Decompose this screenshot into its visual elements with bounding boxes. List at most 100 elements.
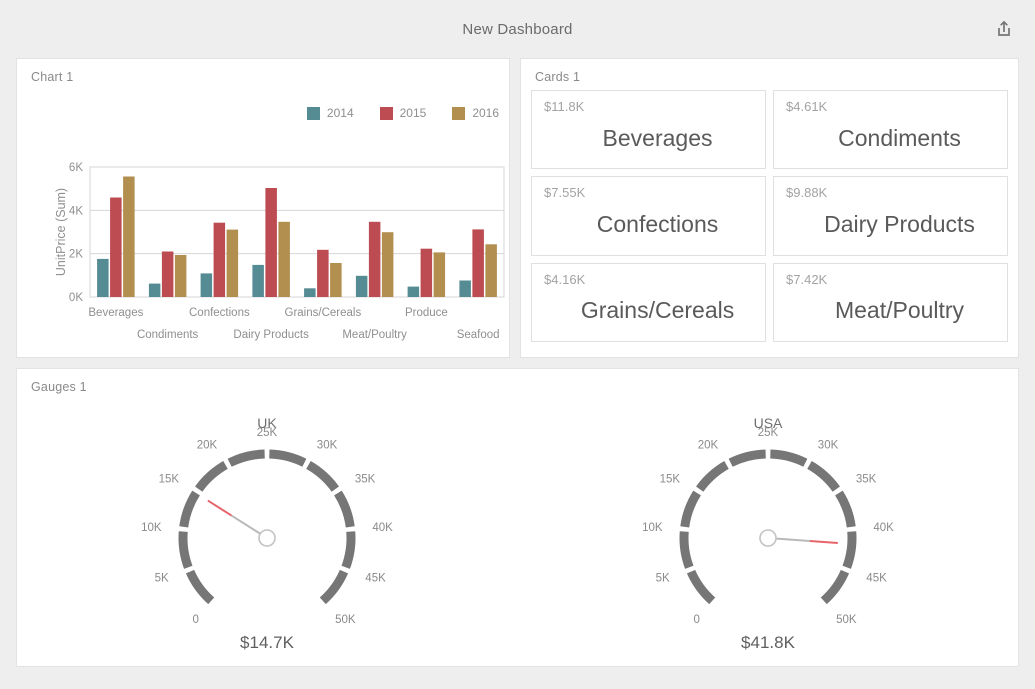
gauge-needle-hub	[258, 529, 277, 547]
bar	[123, 176, 135, 297]
metric-card-beverages[interactable]: $11.8K Beverages	[531, 90, 767, 170]
gauge-needle-tip	[207, 499, 233, 517]
gauge-arc-segment	[186, 569, 215, 605]
gauge-tick-label: 5K	[655, 573, 669, 585]
card-label: Condiments	[838, 124, 961, 151]
x-axis-tick-label: Dairy Products	[233, 329, 309, 341]
y-axis-tick-label: 2K	[69, 249, 83, 261]
bar	[368, 221, 381, 297]
bar	[213, 222, 226, 297]
gauge-arc-segment	[695, 461, 729, 492]
gauge-arc-segment	[834, 490, 856, 528]
card-label: Dairy Products	[824, 210, 975, 237]
bar	[304, 288, 316, 297]
bar-chart[interactable]: 2014 2015 2016 0K 2K 4K 6K UnitPrice (Sum) Be…	[17, 84, 509, 352]
bar	[226, 229, 239, 297]
gauge-uk-svg: UK05K10K15K20K25K30K35K40K45K50K$14.7K	[141, 415, 394, 652]
bar	[148, 283, 161, 297]
bar	[265, 188, 277, 297]
gauge-tick-label: 45K	[866, 573, 887, 585]
x-axis-tick-label: Condiments	[137, 329, 199, 341]
cards-panel[interactable]: Cards 1 $11.8K Beverages $4.61K Condimen…	[520, 58, 1019, 358]
bar	[110, 197, 122, 297]
gauge-tick-label: 25K	[257, 427, 278, 439]
gauge-tick-label: 0	[693, 614, 699, 626]
gauge-tick-label: 30K	[317, 439, 338, 451]
gauge-arc-segment	[679, 531, 694, 569]
gauge-arc-segment	[334, 490, 355, 528]
panel-row-top: Chart 1 2014 2015 2016 0K 2K 4K 6K UnitP…	[16, 58, 1019, 358]
metric-card-condiments[interactable]: $4.61K Condiments	[773, 90, 1008, 170]
gauge-arc-segment	[680, 490, 701, 528]
gauge-needle-tip	[809, 539, 838, 544]
bar	[355, 275, 368, 297]
cards-grid: $11.8K Beverages $4.61K Condiments $7.55…	[521, 84, 1018, 352]
card-label: Confections	[596, 210, 719, 237]
x-axis-tick-label: Beverages	[88, 307, 143, 319]
gauge-tick-label: 15K	[159, 474, 180, 486]
y-axis-title: UnitPrice (Sum)	[54, 188, 68, 276]
gauge-usa-svg: USA05K10K15K20K25K30K35K40K45K50K$41.8K	[642, 415, 894, 652]
gauge-arc-segment	[179, 490, 201, 528]
bar	[278, 221, 290, 297]
bar	[407, 286, 420, 297]
gauge-value-label: $14.7K	[240, 633, 295, 652]
y-axis-tick-label: 4K	[69, 205, 83, 217]
bar	[97, 258, 109, 297]
gauge-arc-segment	[319, 569, 349, 605]
share-export-icon[interactable]	[991, 16, 1017, 42]
x-axis-tick-label: Grains/Cereals	[285, 307, 362, 319]
page-title: New Dashboard	[462, 20, 573, 38]
metric-card-dairy-products[interactable]: $9.88K Dairy Products	[773, 176, 1008, 256]
gauge-tick-label: 20K	[697, 439, 718, 451]
x-axis-tick-label: Meat/Poultry	[342, 329, 407, 341]
x-axis-tick-label: Confections	[189, 307, 250, 319]
gauge-needle-hub	[758, 529, 777, 547]
gauge-tick-label: 50K	[335, 614, 356, 626]
dashboard-body: Chart 1 2014 2015 2016 0K 2K 4K 6K UnitP…	[0, 58, 1035, 689]
gauge-tick-label: 35K	[355, 474, 376, 486]
bar	[433, 252, 446, 297]
gauge-arc-segment	[269, 449, 307, 467]
gauge-tick-label: 10K	[642, 522, 663, 534]
bar	[161, 251, 174, 297]
card-label: Grains/Cereals	[580, 297, 735, 324]
metric-card-meat-poultry[interactable]: $7.42K Meat/Poultry	[773, 262, 1008, 342]
gauge-arc-segment	[820, 569, 849, 605]
gauges-panel[interactable]: Gauges 1 UK 0 5K 10K 15K 20K 25K 30K 35K 40K 45K 50…	[16, 368, 1019, 667]
gauge-tick-label: 40K	[373, 522, 394, 534]
gauge-tick-label: 5K	[155, 573, 169, 585]
bar	[459, 280, 471, 297]
gauge-tick-label: 40K	[873, 522, 894, 534]
y-axis-tick-label: 6K	[69, 162, 83, 174]
bar	[472, 229, 484, 297]
gauge-tick-label: 15K	[659, 474, 680, 486]
bar	[200, 273, 213, 297]
gauge-tick-label: 30K	[818, 439, 839, 451]
gauge-tick-label: 10K	[141, 522, 162, 534]
bar	[174, 255, 187, 297]
gauge-tick-label: 50K	[836, 614, 857, 626]
bar-chart-svg: 0K 2K 4K 6K UnitPrice (Sum) Beverages Condimen…	[54, 162, 505, 341]
gauge-uk[interactable]: UK 0 5K 10K 15K 20K 25K 30K 35K 40K 45K 50K $14.7K	[17, 394, 518, 660]
card-label: Meat/Poultry	[834, 297, 965, 324]
x-axis-tick-label: Seafood	[457, 329, 500, 341]
card-label: Beverages	[602, 124, 713, 151]
card-value: $7.55K	[544, 185, 586, 201]
gauge-arc-segment	[178, 531, 193, 569]
gauge-arc-segment	[728, 449, 766, 467]
gauge-arc-segment	[195, 461, 229, 492]
card-value: $4.16K	[544, 271, 586, 287]
metric-card-confections[interactable]: $7.55K Confections	[531, 176, 767, 256]
metric-card-grains-cereals[interactable]: $4.16K Grains/Cereals	[531, 262, 767, 342]
gauge-arc-segment	[806, 461, 840, 492]
chart-panel-title: Chart 1	[31, 70, 74, 84]
card-value: $4.61K	[786, 99, 828, 114]
gauge-arc-segment	[227, 449, 266, 467]
gauge-arc-segment	[341, 531, 356, 569]
gauge-usa[interactable]: USA 0 5K 10K 15K 20K 25K 30K 35K 40K 45K 50K $41.8K	[518, 394, 1019, 660]
gauge-tick-label: 20K	[197, 439, 218, 451]
gauge-value-label: $41.8K	[741, 633, 796, 652]
chart-panel[interactable]: Chart 1 2014 2015 2016 0K 2K 4K 6K UnitP…	[16, 58, 511, 358]
bar	[252, 264, 264, 297]
